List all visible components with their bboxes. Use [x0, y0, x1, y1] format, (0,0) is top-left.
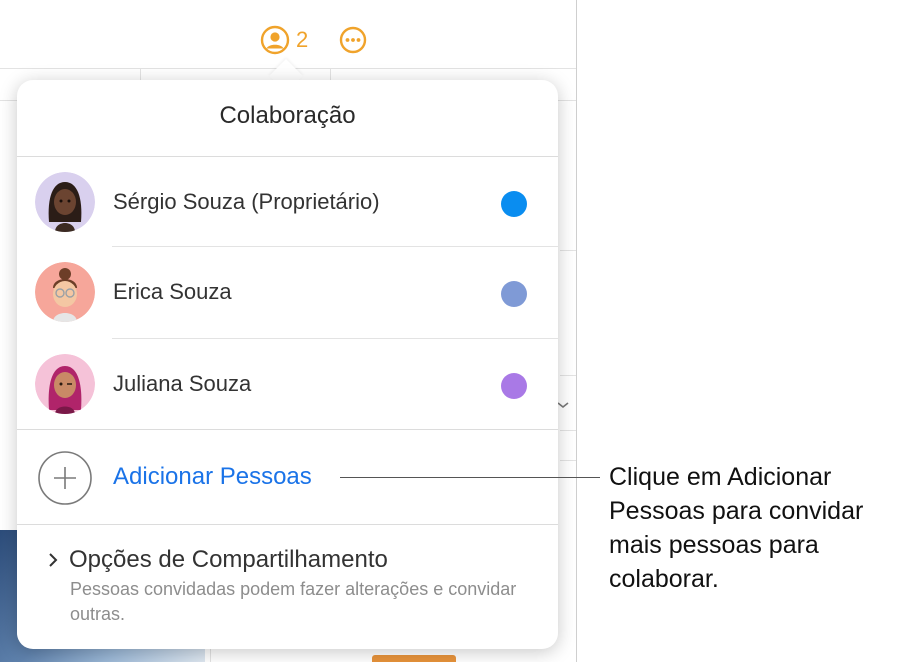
person-circle-icon: [260, 25, 290, 55]
plus-circle-icon: [38, 451, 92, 505]
divider: [17, 524, 558, 525]
participant-row[interactable]: Sérgio Souza (Proprietário): [17, 157, 558, 247]
sharing-options-button[interactable]: Opções de Compartilhamento: [47, 546, 388, 574]
participant-color-dot: [501, 191, 527, 217]
participant-name: Erica Souza: [113, 279, 232, 304]
avatar: [35, 262, 95, 322]
chevron-right-icon: [49, 553, 58, 567]
collaborator-count: 2: [296, 27, 309, 52]
chevron-down-icon: [557, 402, 569, 409]
callout-text: Clique em Adicionar Pessoas para convida…: [609, 463, 864, 593]
participant-color-dot: [501, 373, 527, 399]
participant-name: Juliana Souza: [113, 371, 252, 396]
collaboration-button[interactable]: 2: [260, 24, 308, 56]
sharing-options-title: Opções de Compartilhamento: [69, 546, 388, 573]
popover-title: Colaboração: [219, 102, 356, 129]
table-line: [560, 460, 576, 461]
participant-name: Sérgio Souza (Proprietário): [113, 189, 380, 214]
avatar: [35, 354, 95, 414]
ellipsis-circle-icon: [339, 26, 367, 54]
avatar: [35, 172, 95, 232]
background-chip: [372, 655, 456, 662]
add-people-label: Adicionar Pessoas: [113, 463, 312, 490]
table-line: [560, 375, 576, 376]
table-line: [560, 250, 576, 251]
sharing-options-description: Pessoas convidadas podem fazer alteraçõe…: [70, 579, 517, 624]
participant-color-dot: [501, 281, 527, 307]
participant-row[interactable]: Juliana Souza: [17, 339, 558, 429]
table-line: [560, 430, 576, 431]
participant-row[interactable]: Erica Souza: [17, 247, 558, 337]
collaboration-popover: Colaboração Sérgio Souza (Proprietário): [17, 80, 558, 649]
more-button[interactable]: [339, 26, 367, 54]
callout-line: [340, 477, 600, 478]
